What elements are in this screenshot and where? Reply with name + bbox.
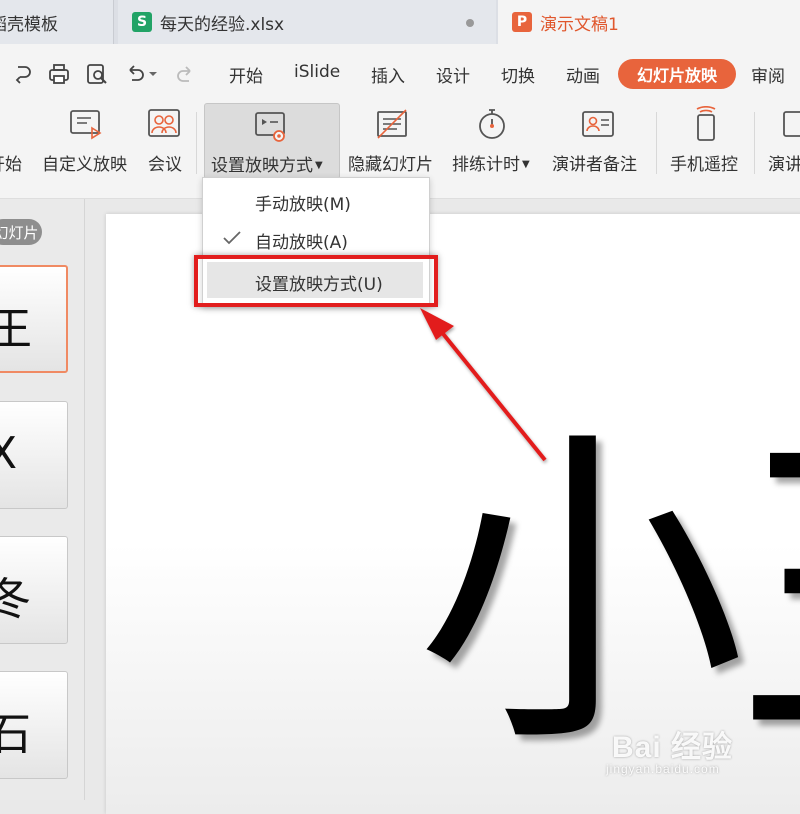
start-slideshow-button[interactable]: 开始 — [0, 102, 32, 182]
slide-thumbnail[interactable]: 王 — [0, 265, 68, 373]
tab-label: 每天的经验.xlsx — [160, 14, 285, 35]
print-preview-icon[interactable] — [84, 61, 110, 87]
ribbon-label: 会议 — [148, 155, 182, 175]
ribbon-label: 手机遥控 — [670, 155, 738, 175]
ribbon-label: 演讲 — [768, 155, 800, 175]
speaker-notes-icon — [582, 111, 614, 137]
thumbnail-text: 冬 — [0, 563, 31, 627]
tab-label: 稻壳模板 — [0, 14, 58, 35]
watermark-url: jingyan.baidu.com — [606, 762, 720, 776]
speech-icon — [783, 111, 800, 137]
speaker-notes-button[interactable]: 演讲者备注 — [552, 102, 644, 182]
setup-slideshow-icon — [255, 112, 285, 142]
rehearse-timings-button[interactable]: 排练计时 ▼ — [452, 102, 542, 182]
slide-thumbnail[interactable]: 冬 — [0, 536, 68, 644]
menu-slideshow[interactable]: 幻灯片放映 — [618, 59, 736, 89]
watermark: Bai 经验 jingyan.baidu.com — [606, 722, 734, 776]
dropdown-caret-icon: ▼ — [315, 160, 323, 171]
redo-icon[interactable] — [10, 61, 36, 87]
slide-thumbnail[interactable]: X — [0, 401, 68, 509]
dropdown-caret-icon: ▼ — [522, 159, 530, 170]
phone-remote-button[interactable]: 手机遥控 — [668, 102, 744, 182]
repeat-icon[interactable] — [172, 61, 198, 87]
highlight-box — [194, 255, 438, 307]
presentation-icon: P — [512, 12, 532, 32]
menu-design[interactable]: 设计 — [436, 62, 470, 87]
undo-icon[interactable] — [122, 61, 148, 87]
option-label: 自动放映(A) — [255, 233, 348, 253]
custom-slideshow-icon — [70, 110, 102, 140]
setup-slideshow-button[interactable]: 设置放映方式 ▼ — [204, 103, 340, 179]
tab-presentation[interactable]: P 演示文稿1 — [498, 0, 800, 44]
hide-slide-icon — [377, 109, 407, 139]
menu-bar: 开始 iSlide 插入 设计 切换 动画 幻灯片放映 审阅 — [0, 44, 800, 102]
thumbnail-text: 石 — [0, 698, 31, 762]
ribbon-separator — [196, 112, 197, 174]
menu-islide[interactable]: iSlide — [294, 62, 340, 82]
ribbon-label: 演讲者备注 — [552, 155, 637, 175]
check-icon — [223, 231, 241, 245]
slide-title-text[interactable]: 小王 — [416, 429, 800, 759]
meeting-button[interactable]: 会议 — [144, 102, 188, 182]
ribbon-label: 设置放映方式 ▼ — [211, 156, 323, 176]
print-icon[interactable] — [46, 61, 72, 87]
speech-button[interactable]: 演讲 — [766, 102, 800, 182]
ribbon-label: 隐藏幻灯片 — [348, 155, 433, 175]
tab-docer-templates[interactable]: 稻壳模板 — [0, 0, 114, 44]
slide-thumbnail-panel: 幻灯片 王 X 冬 石 — [0, 199, 85, 800]
tab-label: 演示文稿1 — [540, 14, 619, 35]
hide-slide-button[interactable]: 隐藏幻灯片 — [346, 102, 442, 182]
ribbon-label: 排练计时 ▼ — [452, 155, 530, 175]
ribbon-label: 自定义放映 — [42, 155, 127, 175]
unsaved-dot-icon — [466, 19, 474, 27]
thumbnail-text: 王 — [0, 293, 32, 357]
undo-dropdown-icon[interactable] — [146, 61, 160, 87]
watermark-brand: Bai 经验 — [612, 731, 734, 764]
phone-remote-icon — [696, 106, 716, 141]
manual-slideshow-option[interactable]: 手动放映(M) — [203, 182, 429, 218]
stopwatch-icon — [479, 109, 505, 139]
ribbon-separator — [656, 112, 657, 174]
menu-home[interactable]: 开始 — [229, 62, 263, 87]
menu-insert[interactable]: 插入 — [371, 62, 405, 87]
tab-bar: 稻壳模板 S 每天的经验.xlsx P 演示文稿1 — [0, 0, 800, 44]
menu-animations[interactable]: 动画 — [566, 62, 600, 87]
menu-transitions[interactable]: 切换 — [501, 62, 535, 87]
slide-thumbnail[interactable]: 石 — [0, 671, 68, 779]
menu-review[interactable]: 审阅 — [751, 62, 785, 87]
meeting-icon — [148, 109, 180, 137]
thumbnail-text: X — [0, 428, 17, 479]
ribbon-label: 开始 — [0, 155, 22, 175]
tab-excel-file[interactable]: S 每天的经验.xlsx — [118, 0, 496, 44]
spreadsheet-icon: S — [132, 12, 152, 32]
custom-slideshow-button[interactable]: 自定义放映 — [40, 102, 136, 182]
ribbon-separator — [754, 112, 755, 174]
panel-label-slides[interactable]: 幻灯片 — [0, 219, 42, 245]
auto-slideshow-option[interactable]: 自动放映(A) — [203, 220, 429, 256]
option-label: 手动放映(M) — [255, 195, 351, 215]
